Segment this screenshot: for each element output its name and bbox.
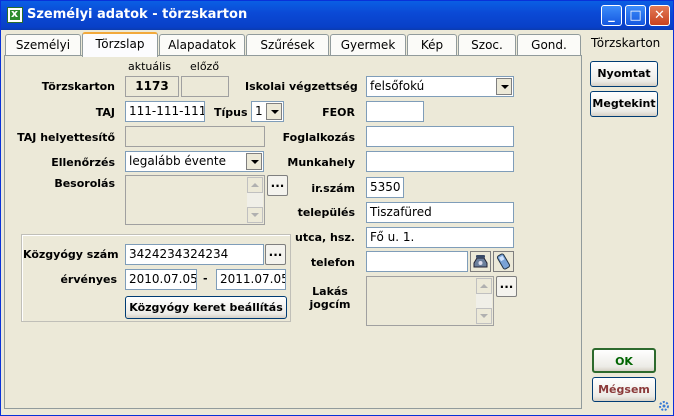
minimize-icon: _ (608, 8, 615, 23)
taj-helyettesito-field (125, 126, 265, 147)
mobile-button[interactable] (493, 251, 514, 272)
maximize-icon: □ (629, 8, 642, 23)
besorolas-label: Besorolás (54, 177, 115, 190)
close-button[interactable]: ✕ (649, 5, 670, 26)
tab-szuresek[interactable]: Szűrések (246, 34, 329, 56)
minimize-button[interactable]: _ (601, 5, 622, 26)
taj-label: TAJ (95, 106, 115, 119)
col-elozo-label: előző (190, 60, 220, 73)
col-aktualis-label: aktuális (128, 60, 171, 73)
app-icon: x (7, 7, 23, 23)
chevron-down-icon[interactable] (496, 78, 512, 95)
ok-button[interactable]: OK (592, 348, 656, 373)
tab-bar: Személyi Törzslap Alapadatok Szűrések Gy… (4, 32, 668, 57)
kozgyogy-szam-label: Közgyógy szám (23, 248, 119, 261)
ellenorzes-value: legalább évente (129, 154, 226, 168)
torzskarton-label: Törzskarton (41, 80, 115, 93)
lakas-label-line1: Lakás (312, 285, 348, 298)
foglalkozas-label: Foglalkozás (282, 131, 355, 144)
scroll-up-icon[interactable] (476, 278, 492, 294)
telepules-input[interactable]: Tiszafüred (366, 202, 514, 223)
utca-label: utca, hsz. (294, 231, 355, 244)
telepules-label: település (297, 206, 355, 219)
lakas-scrollbar[interactable] (476, 278, 492, 324)
scroll-down-icon[interactable] (476, 308, 492, 324)
utca-input[interactable]: Fő u. 1. (366, 227, 514, 248)
tab-torzslap[interactable]: Törzslap (82, 32, 158, 57)
feor-input[interactable] (366, 101, 424, 122)
iskolai-vegzettseg-value: felsőfokú (370, 79, 425, 93)
cancel-button[interactable]: Mégsem (592, 377, 656, 402)
tab-gyermek[interactable]: Gyermek (330, 34, 406, 56)
munkahely-label: Munkahely (287, 156, 355, 169)
tab-gond[interactable]: Gond. (517, 34, 581, 56)
gear-icon (659, 401, 669, 411)
kozgyogy-szam-input[interactable]: 3424234324234 (125, 244, 264, 265)
tab-kep[interactable]: Kép (407, 34, 457, 56)
ervenyes-separator: - (203, 272, 208, 285)
lakas-label-line2: jogcím (309, 298, 351, 311)
close-icon: ✕ (654, 8, 665, 23)
main-window: x Személyi adatok - törzskarton _ □ ✕ Sz… (0, 0, 674, 416)
tab-alapadatok[interactable]: Alapadatok (159, 34, 245, 56)
lakas-browse-button[interactable]: ... (496, 276, 517, 297)
torzskarton-prev-field (181, 76, 229, 97)
phone-button[interactable] (470, 251, 491, 272)
besorolas-memo[interactable] (125, 175, 265, 225)
phone-icon (473, 255, 488, 268)
iskolai-vegzettseg-select[interactable]: felsőfokú (366, 76, 514, 97)
taj-helyettesito-label: TAJ helyettesítő (17, 131, 115, 144)
tab-szemelyi[interactable]: Személyi (5, 34, 81, 56)
iskolai-vegzettseg-label: Iskolai végzettség (245, 80, 358, 93)
irszam-input[interactable]: 5350 (366, 177, 404, 198)
tipus-label: Típus (214, 106, 248, 119)
feor-label: FEOR (322, 106, 355, 119)
lakas-jogcim-memo[interactable] (366, 276, 494, 326)
ervenyes-label: érvényes (60, 273, 117, 286)
telefon-label: telefon (310, 256, 355, 269)
telefon-input[interactable] (366, 251, 468, 272)
torzslap-panel: aktuális előző Törzskarton 1173 TAJ 111-… (4, 55, 582, 409)
mobile-phone-icon (496, 253, 511, 270)
window-title: Személyi adatok - törzskarton (27, 7, 248, 22)
ellenorzes-label: Ellenőrzés (51, 156, 115, 169)
irszam-label: ir.szám (311, 182, 355, 195)
foglalkozas-input[interactable] (366, 126, 514, 147)
taj-input[interactable]: 111-111-111 (125, 101, 205, 122)
print-button[interactable]: Nyomtat (590, 61, 658, 87)
maximize-button[interactable]: □ (625, 5, 646, 26)
side-panel: Nyomtat Megtekint OK Mégsem (583, 55, 669, 409)
torzskarton-field: 1173 (125, 76, 179, 97)
title-bar[interactable]: x Személyi adatok - törzskarton _ □ ✕ (1, 1, 673, 30)
lakas-label: Lakás jogcím (245, 285, 355, 311)
side-tab-torzskarton[interactable]: Törzskarton (591, 36, 660, 50)
ervenyes-from-input[interactable]: 2010.07.05 (125, 269, 197, 290)
tab-szoc[interactable]: Szoc. (458, 34, 516, 56)
munkahely-input[interactable] (366, 151, 514, 172)
view-button[interactable]: Megtekint (590, 91, 658, 117)
ellenorzes-select[interactable]: legalább évente (125, 151, 264, 172)
